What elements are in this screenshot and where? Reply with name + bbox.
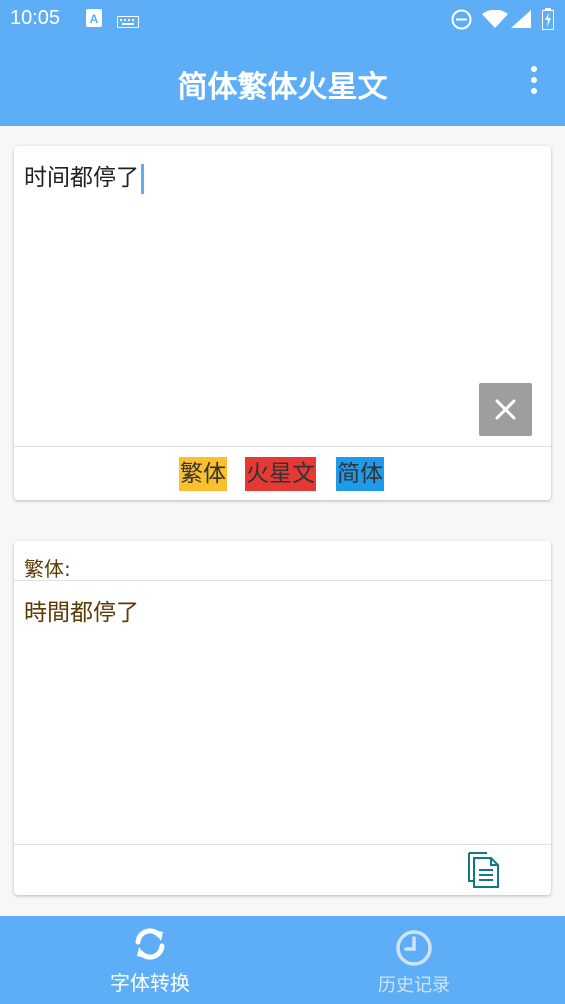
input-field[interactable]: 时间都停了 [24, 158, 144, 194]
copy-button[interactable] [467, 851, 501, 889]
copy-document-icon [468, 852, 499, 888]
input-text: 时间都停了 [24, 165, 139, 191]
battery-charging-icon [542, 8, 554, 34]
convert-traditional-button[interactable]: 繁体 [179, 457, 227, 491]
convert-simplified-button[interactable]: 简体 [336, 457, 384, 491]
output-label: 繁体: [24, 557, 71, 581]
svg-text:A: A [90, 12, 99, 26]
clear-button[interactable] [479, 383, 532, 436]
status-bar: 10:05 A [0, 0, 565, 38]
sync-icon [135, 928, 165, 960]
do-not-disturb-icon [451, 9, 472, 34]
status-time: 10:05 [10, 7, 61, 29]
keyboard-icon [117, 13, 139, 32]
close-icon [495, 399, 516, 420]
a-notification-icon: A [86, 9, 102, 31]
signal-icon [511, 10, 531, 32]
app-title: 简体繁体火星文 [177, 70, 388, 105]
convert-martian-button[interactable]: 火星文 [245, 457, 316, 491]
nav-history-label: 历史记录 [378, 975, 450, 996]
app-bar: 简体繁体火星文 [0, 38, 565, 126]
convert-buttons-row: 繁体 火星文 简体 [14, 446, 551, 500]
wifi-icon [482, 9, 508, 32]
divider [14, 844, 551, 845]
more-vert-icon[interactable] [525, 66, 543, 98]
nav-convert[interactable]: 字体转换 [50, 916, 250, 1004]
clock-icon [396, 930, 432, 966]
input-card: 时间都停了 繁体 火星文 简体 [14, 146, 551, 500]
text-cursor [141, 163, 144, 194]
output-text: 時間都停了 [24, 600, 139, 626]
nav-history[interactable]: 历史记录 [314, 916, 514, 1004]
divider [14, 580, 551, 581]
nav-convert-label: 字体转换 [110, 971, 190, 995]
output-card: 繁体: 時間都停了 [14, 541, 551, 895]
bottom-navigation: 字体转换 历史记录 [0, 916, 565, 1004]
